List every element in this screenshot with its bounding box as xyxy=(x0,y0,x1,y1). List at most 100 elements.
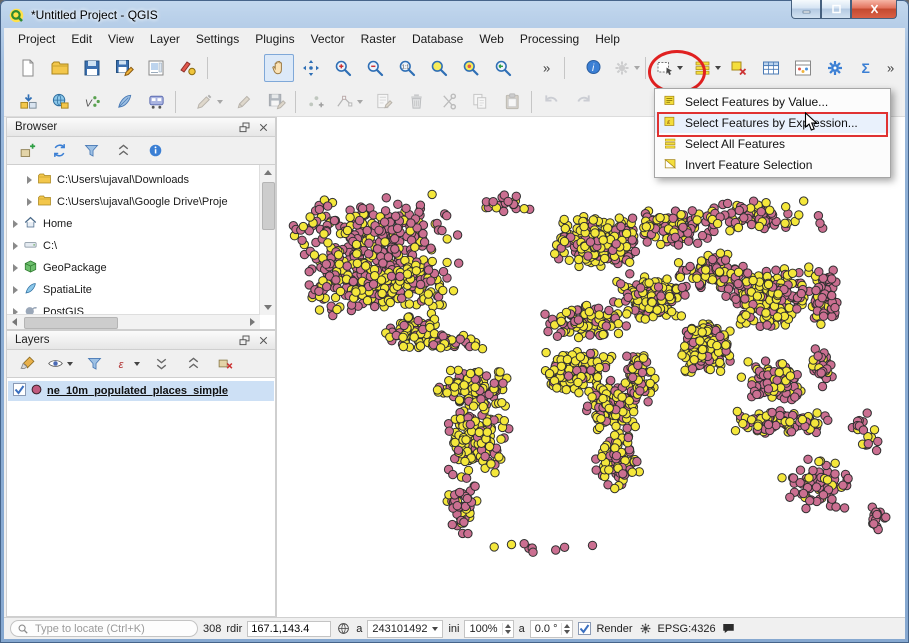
open-attribute-table-button[interactable] xyxy=(756,54,786,82)
layer-item[interactable]: ne_10m_populated_places_simple xyxy=(8,381,274,401)
float-panel-button[interactable] xyxy=(236,119,252,135)
save-project-button[interactable] xyxy=(77,54,107,82)
expander-icon[interactable] xyxy=(13,242,18,250)
messages-icon[interactable] xyxy=(721,621,736,636)
zoom-out-button[interactable] xyxy=(360,54,390,82)
menu-web[interactable]: Web xyxy=(471,30,511,48)
menu-help[interactable]: Help xyxy=(587,30,628,48)
redo-button[interactable] xyxy=(568,89,598,115)
menu-item-select-features-by-expression[interactable]: εSelect Features by Expression... xyxy=(655,112,890,133)
layers-panel-titlebar[interactable]: Layers xyxy=(6,330,276,350)
undo-button[interactable] xyxy=(536,89,566,115)
pan-map-button[interactable] xyxy=(264,54,294,82)
run-feature-action-button[interactable] xyxy=(611,54,641,82)
toolbar-overflow-button-2[interactable]: » xyxy=(884,54,904,82)
menu-layer[interactable]: Layer xyxy=(142,30,188,48)
new-spatialite-layer-button[interactable] xyxy=(109,89,139,115)
remove-layer-button[interactable] xyxy=(210,350,240,378)
render-checkbox[interactable] xyxy=(578,622,591,635)
new-print-layout-button[interactable] xyxy=(141,54,171,82)
filter-legend-button[interactable] xyxy=(79,350,109,378)
chevron-down-icon[interactable] xyxy=(715,55,721,81)
toggle-editing-button[interactable] xyxy=(229,89,259,115)
menu-project[interactable]: Project xyxy=(10,30,63,48)
toolbar-overflow-button[interactable]: » xyxy=(540,54,560,82)
zoom-last-button[interactable] xyxy=(488,54,518,82)
filter-browser-button[interactable] xyxy=(76,137,106,165)
expander-icon[interactable] xyxy=(13,220,18,228)
menu-settings[interactable]: Settings xyxy=(188,30,247,48)
scale-combobox[interactable]: 243101492 xyxy=(367,620,443,638)
chevron-down-icon[interactable] xyxy=(634,55,640,81)
pan-to-selection-button[interactable] xyxy=(296,54,326,82)
crs-label[interactable]: EPSG:4326 xyxy=(658,623,716,635)
cut-features-button[interactable] xyxy=(433,89,463,115)
menu-vector[interactable]: Vector xyxy=(303,30,353,48)
collapse-all-layers-button[interactable] xyxy=(178,350,208,378)
current-edits-button[interactable] xyxy=(192,89,227,115)
map-themes-button[interactable] xyxy=(44,350,77,378)
save-layer-edits-button[interactable] xyxy=(261,89,291,115)
layer-styling-button[interactable] xyxy=(12,350,42,378)
identify-features-button[interactable]: i xyxy=(579,54,609,82)
map-canvas[interactable] xyxy=(276,117,905,617)
style-manager-button[interactable] xyxy=(173,54,203,82)
browser-item[interactable]: GeoPackage xyxy=(7,257,260,279)
browser-item[interactable]: PostGIS xyxy=(7,301,260,315)
paste-features-button[interactable] xyxy=(497,89,527,115)
rotation-spinbox[interactable]: 0.0 ° xyxy=(530,620,574,638)
chevron-down-icon[interactable] xyxy=(133,351,141,377)
menu-item-invert-feature-selection[interactable]: Invert Feature Selection xyxy=(655,154,890,175)
deselect-features-button[interactable] xyxy=(724,54,754,82)
modify-attributes-button[interactable] xyxy=(369,89,399,115)
crs-gear-icon[interactable] xyxy=(638,621,653,636)
save-project-as-button[interactable] xyxy=(109,54,139,82)
new-shapefile-layer-button[interactable]: V xyxy=(77,89,107,115)
menu-database[interactable]: Database xyxy=(404,30,471,48)
menu-raster[interactable]: Raster xyxy=(353,30,404,48)
locator-input[interactable] xyxy=(33,622,191,636)
scrollbar-thumb[interactable] xyxy=(262,182,275,230)
zoom-native-button[interactable]: 1:1 xyxy=(392,54,422,82)
menu-item-select-features-by-value[interactable]: Select Features by Value... xyxy=(655,91,890,112)
refresh-browser-button[interactable] xyxy=(44,137,74,165)
minimize-button[interactable] xyxy=(791,0,821,19)
extents-globe-icon[interactable] xyxy=(336,621,351,636)
new-virtual-layer-button[interactable] xyxy=(141,89,171,115)
expander-icon[interactable] xyxy=(13,286,18,294)
new-project-button[interactable] xyxy=(13,54,43,82)
expand-all-layers-button[interactable] xyxy=(146,350,176,378)
coordinate-input[interactable] xyxy=(247,621,331,637)
close-button[interactable] xyxy=(851,0,897,19)
collapse-all-button[interactable] xyxy=(108,137,138,165)
processing-toolbox-button[interactable] xyxy=(820,54,850,82)
browser-item[interactable]: C:\Users\ujaval\Downloads xyxy=(7,169,260,191)
statistics-panel-button[interactable]: Σ xyxy=(852,54,882,82)
menu-processing[interactable]: Processing xyxy=(512,30,587,48)
close-panel-button[interactable] xyxy=(255,119,271,135)
zoom-full-button[interactable] xyxy=(424,54,454,82)
magnifier-spinbox[interactable]: 100% xyxy=(464,620,513,638)
vertical-scrollbar[interactable] xyxy=(259,165,275,315)
zoom-in-button[interactable] xyxy=(328,54,358,82)
add-vector-layer-button[interactable] xyxy=(45,89,75,115)
enable-properties-button[interactable] xyxy=(140,137,170,165)
menu-item-select-all-features[interactable]: Select All Features xyxy=(655,133,890,154)
expression-filter-button[interactable]: ε xyxy=(111,350,144,378)
chevron-down-icon[interactable] xyxy=(356,90,364,114)
menu-view[interactable]: View xyxy=(100,30,142,48)
chevron-down-icon[interactable] xyxy=(66,351,74,377)
locator-search[interactable] xyxy=(10,620,198,637)
maximize-button[interactable] xyxy=(821,0,851,19)
vertex-tool-button[interactable] xyxy=(332,89,367,115)
float-panel-button[interactable] xyxy=(236,332,252,348)
menu-plugins[interactable]: Plugins xyxy=(247,30,302,48)
expander-icon[interactable] xyxy=(13,264,18,272)
copy-features-button[interactable] xyxy=(465,89,495,115)
browser-panel-titlebar[interactable]: Browser xyxy=(6,117,276,137)
horizontal-scrollbar[interactable] xyxy=(7,314,260,329)
browser-item[interactable]: C:\Users\ujaval\Google Drive\Proje xyxy=(7,191,260,213)
data-source-manager-button[interactable] xyxy=(13,89,43,115)
browser-item[interactable]: Home xyxy=(7,213,260,235)
add-selected-layers-button[interactable] xyxy=(12,137,42,165)
